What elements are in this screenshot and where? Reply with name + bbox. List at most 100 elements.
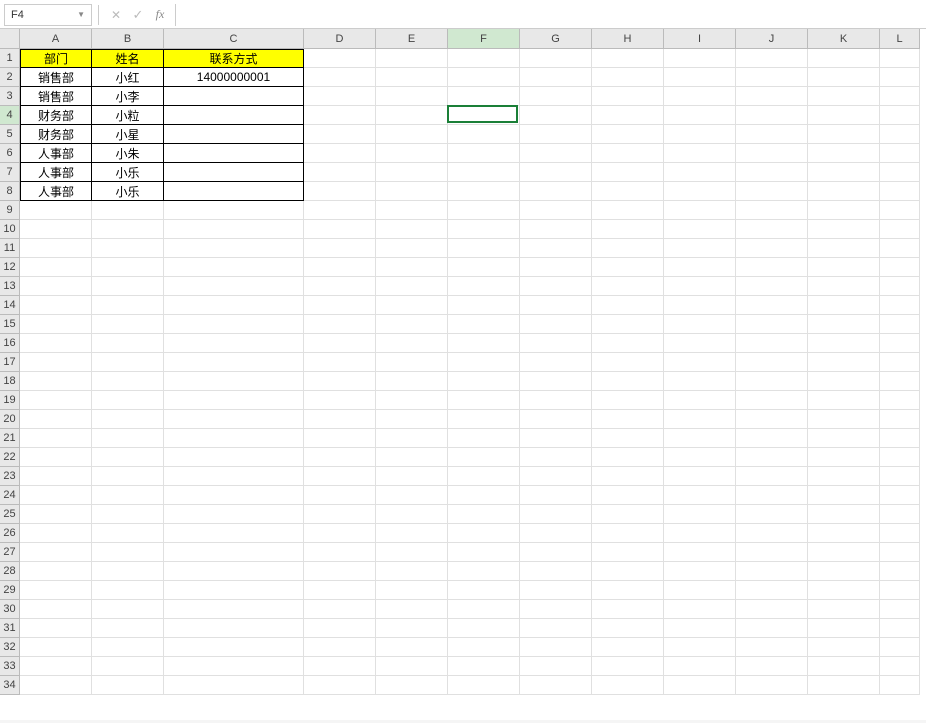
cell-K29[interactable] (808, 581, 880, 600)
cell-J12[interactable] (736, 258, 808, 277)
cell-C33[interactable] (164, 657, 304, 676)
cell-B13[interactable] (92, 277, 164, 296)
cell-B19[interactable] (92, 391, 164, 410)
cell-G14[interactable] (520, 296, 592, 315)
cell-D1[interactable] (304, 49, 376, 68)
cell-L28[interactable] (880, 562, 920, 581)
cell-I3[interactable] (664, 87, 736, 106)
cell-C1[interactable]: 联系方式 (164, 49, 304, 68)
row-header-27[interactable]: 27 (0, 543, 20, 562)
cell-H31[interactable] (592, 619, 664, 638)
cell-G7[interactable] (520, 163, 592, 182)
cell-A5[interactable]: 财务部 (20, 125, 92, 144)
cell-G11[interactable] (520, 239, 592, 258)
cell-E8[interactable] (376, 182, 448, 201)
cell-H13[interactable] (592, 277, 664, 296)
cell-I1[interactable] (664, 49, 736, 68)
cell-D31[interactable] (304, 619, 376, 638)
cell-J4[interactable] (736, 106, 808, 125)
cell-I19[interactable] (664, 391, 736, 410)
cell-G20[interactable] (520, 410, 592, 429)
column-header-C[interactable]: C (164, 29, 304, 49)
cell-D26[interactable] (304, 524, 376, 543)
cell-C11[interactable] (164, 239, 304, 258)
cell-A2[interactable]: 销售部 (20, 68, 92, 87)
cell-G30[interactable] (520, 600, 592, 619)
cell-J16[interactable] (736, 334, 808, 353)
cell-J5[interactable] (736, 125, 808, 144)
cell-J30[interactable] (736, 600, 808, 619)
cell-F22[interactable] (448, 448, 520, 467)
cell-L32[interactable] (880, 638, 920, 657)
cell-H7[interactable] (592, 163, 664, 182)
row-header-22[interactable]: 22 (0, 448, 20, 467)
cell-C3[interactable] (164, 87, 304, 106)
cell-B11[interactable] (92, 239, 164, 258)
cell-B12[interactable] (92, 258, 164, 277)
cell-D13[interactable] (304, 277, 376, 296)
row-header-9[interactable]: 9 (0, 201, 20, 220)
cell-I21[interactable] (664, 429, 736, 448)
cell-L19[interactable] (880, 391, 920, 410)
cell-L8[interactable] (880, 182, 920, 201)
cell-C23[interactable] (164, 467, 304, 486)
cell-C17[interactable] (164, 353, 304, 372)
cell-F14[interactable] (448, 296, 520, 315)
cell-L11[interactable] (880, 239, 920, 258)
cell-F3[interactable] (448, 87, 520, 106)
cell-L24[interactable] (880, 486, 920, 505)
cell-B23[interactable] (92, 467, 164, 486)
cell-G2[interactable] (520, 68, 592, 87)
cell-J26[interactable] (736, 524, 808, 543)
cell-A3[interactable]: 销售部 (20, 87, 92, 106)
cell-L12[interactable] (880, 258, 920, 277)
cell-C14[interactable] (164, 296, 304, 315)
cell-B18[interactable] (92, 372, 164, 391)
cell-B6[interactable]: 小朱 (92, 144, 164, 163)
cell-K26[interactable] (808, 524, 880, 543)
cell-L18[interactable] (880, 372, 920, 391)
cell-C29[interactable] (164, 581, 304, 600)
column-header-D[interactable]: D (304, 29, 376, 49)
cell-K16[interactable] (808, 334, 880, 353)
cell-B31[interactable] (92, 619, 164, 638)
cell-J13[interactable] (736, 277, 808, 296)
cell-F30[interactable] (448, 600, 520, 619)
cell-F25[interactable] (448, 505, 520, 524)
cell-A11[interactable] (20, 239, 92, 258)
cell-E34[interactable] (376, 676, 448, 695)
cell-D23[interactable] (304, 467, 376, 486)
cell-B2[interactable]: 小红 (92, 68, 164, 87)
cell-B25[interactable] (92, 505, 164, 524)
cell-H11[interactable] (592, 239, 664, 258)
cell-F29[interactable] (448, 581, 520, 600)
cell-F32[interactable] (448, 638, 520, 657)
cell-D12[interactable] (304, 258, 376, 277)
cell-C20[interactable] (164, 410, 304, 429)
cell-L21[interactable] (880, 429, 920, 448)
column-header-J[interactable]: J (736, 29, 808, 49)
row-header-32[interactable]: 32 (0, 638, 20, 657)
cell-D9[interactable] (304, 201, 376, 220)
cell-C26[interactable] (164, 524, 304, 543)
cell-C22[interactable] (164, 448, 304, 467)
cell-F12[interactable] (448, 258, 520, 277)
cell-A10[interactable] (20, 220, 92, 239)
cell-G31[interactable] (520, 619, 592, 638)
cell-K27[interactable] (808, 543, 880, 562)
cell-I32[interactable] (664, 638, 736, 657)
cell-F16[interactable] (448, 334, 520, 353)
row-header-28[interactable]: 28 (0, 562, 20, 581)
cell-E1[interactable] (376, 49, 448, 68)
cell-H24[interactable] (592, 486, 664, 505)
cell-I13[interactable] (664, 277, 736, 296)
cell-A16[interactable] (20, 334, 92, 353)
cell-H5[interactable] (592, 125, 664, 144)
cell-B30[interactable] (92, 600, 164, 619)
cell-E10[interactable] (376, 220, 448, 239)
cell-A34[interactable] (20, 676, 92, 695)
column-header-G[interactable]: G (520, 29, 592, 49)
cell-I20[interactable] (664, 410, 736, 429)
cell-A9[interactable] (20, 201, 92, 220)
cell-D16[interactable] (304, 334, 376, 353)
